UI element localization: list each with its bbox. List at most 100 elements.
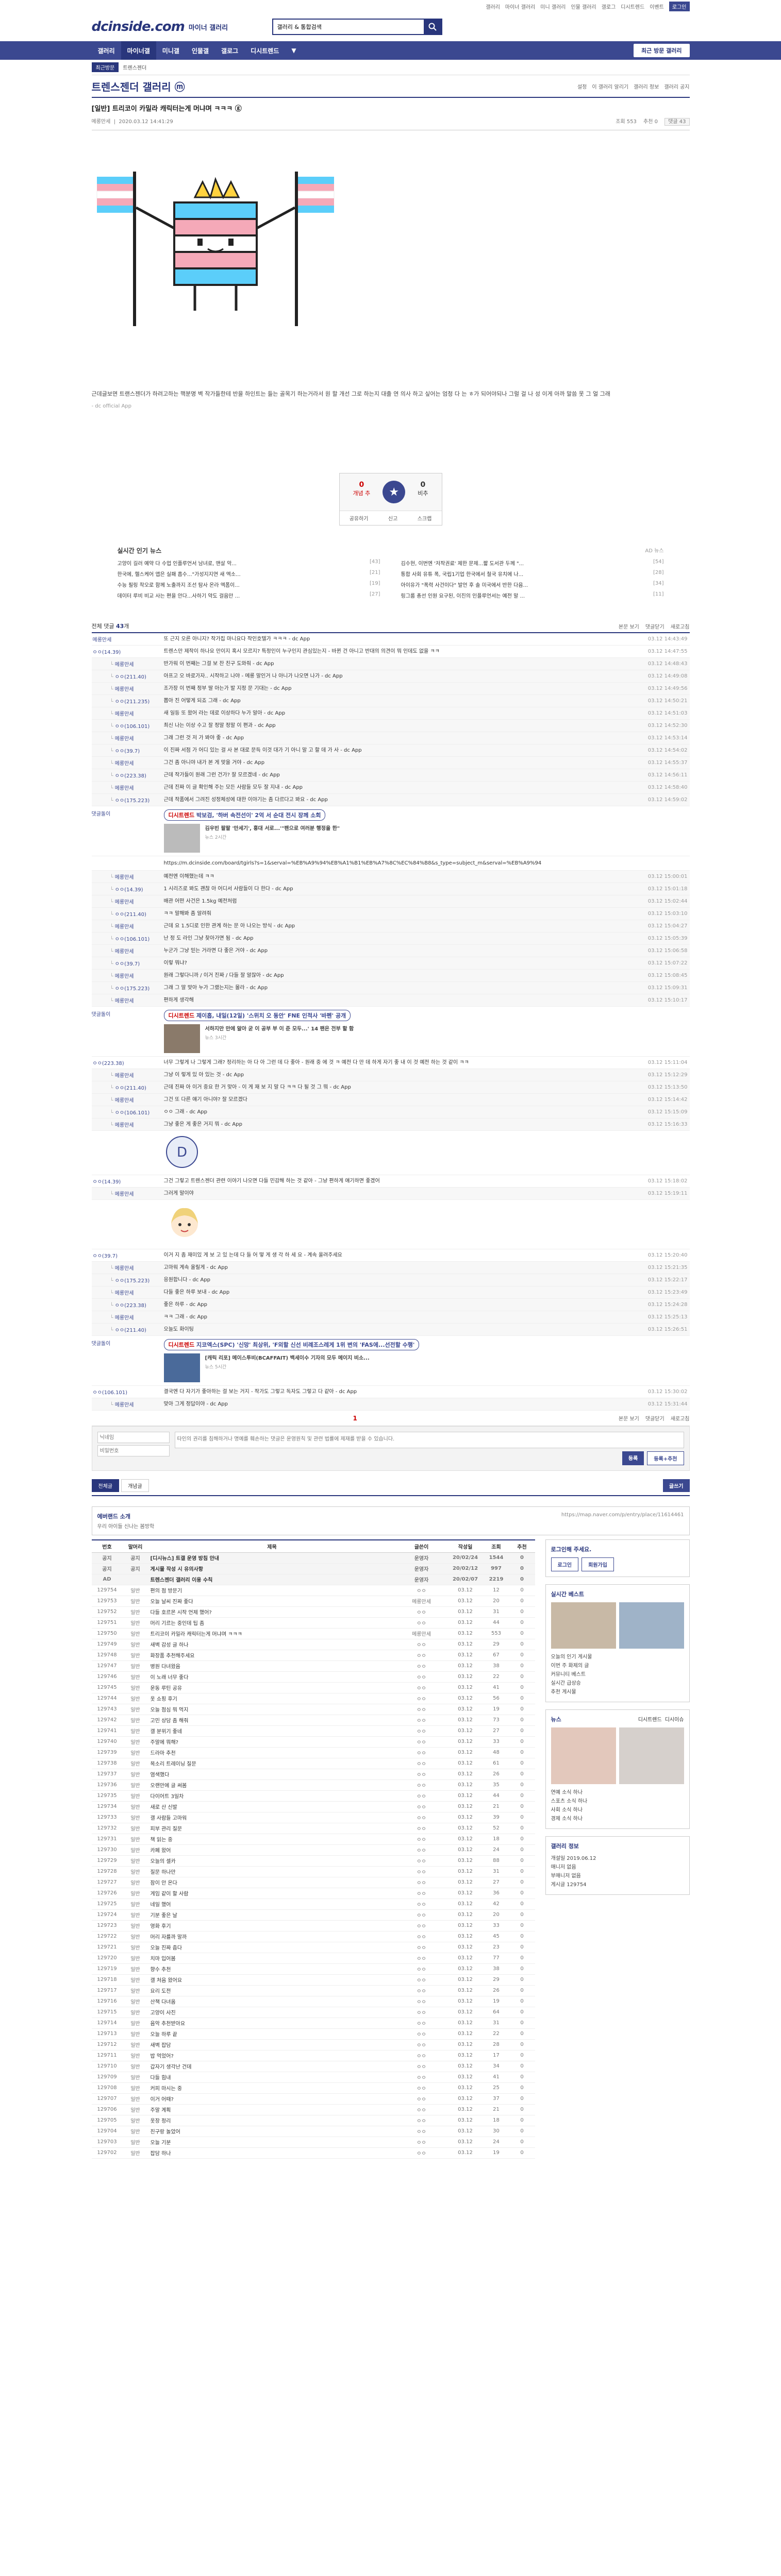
- row-author[interactable]: ㅇㅇ: [395, 1985, 447, 1996]
- table-row[interactable]: 129751 일반 머리 기르는 중인데 팁 좀 ㅇㅇ 03.12 44 0: [91, 1617, 535, 1629]
- table-row[interactable]: 129718 일반 갤 처음 왔어요 ㅇㅇ 03.12 29 0: [91, 1974, 535, 1986]
- row-title[interactable]: [디시뉴스] 트갤 운영 방침 안내: [148, 1552, 396, 1564]
- table-row[interactable]: 129745 일반 운동 루틴 공유 ㅇㅇ 03.12 41 0: [91, 1682, 535, 1693]
- toplink-gallery[interactable]: 갤러리: [486, 3, 500, 10]
- side-best-item[interactable]: 이번 주 화제의 글: [551, 1662, 684, 1670]
- table-row[interactable]: 129725 일반 네일 했어 ㅇㅇ 03.12 42 0: [91, 1899, 535, 1910]
- row-title[interactable]: 편의 점 방문기: [148, 1585, 396, 1596]
- row-author[interactable]: ㅇㅇ: [395, 1769, 447, 1780]
- gnb-minor[interactable]: 마이너갤: [121, 41, 156, 60]
- table-row[interactable]: 129740 일반 주말에 뭐해? ㅇㅇ 03.12 33 0: [91, 1736, 535, 1748]
- gallery-tool-info[interactable]: 갤러리 정보: [634, 82, 659, 90]
- table-row[interactable]: 129714 일반 음악 추천받아요 ㅇㅇ 03.12 31 0: [91, 2018, 535, 2029]
- row-title[interactable]: 오늘 날씨 진짜 좋다: [148, 1596, 396, 1607]
- bottom-view-body-link[interactable]: 본문 보기: [619, 1414, 639, 1422]
- view-body-link[interactable]: 본문 보기: [619, 622, 639, 630]
- row-author[interactable]: ㅇㅇ: [395, 1606, 447, 1618]
- side-best-item[interactable]: 오늘의 인기 게시물: [551, 1653, 684, 1662]
- side-best-item[interactable]: 추천 게시물: [551, 1688, 684, 1697]
- side-best-thumb-2[interactable]: [619, 1602, 684, 1649]
- toplink-gallog[interactable]: 갤로그: [602, 3, 616, 10]
- table-row[interactable]: 129749 일반 새벽 감성 글 하나 ㅇㅇ 03.12 29 0: [91, 1639, 535, 1650]
- row-title[interactable]: 드라마 추천: [148, 1747, 396, 1758]
- row-author[interactable]: ㅇㅇ: [395, 1844, 447, 1856]
- table-row[interactable]: 129744 일반 옷 쇼핑 후기 ㅇㅇ 03.12 56 0: [91, 1693, 535, 1704]
- row-title[interactable]: 친구랑 놀았어: [148, 2126, 396, 2137]
- row-title[interactable]: 갤 분위기 좋네: [148, 1725, 396, 1737]
- comment-nick[interactable]: ㅇㅇ(106.101): [92, 935, 164, 942]
- comment-nick[interactable]: ㅇㅇ(211.235): [92, 697, 164, 705]
- comment-nick[interactable]: ㅇㅇ(175.223): [92, 984, 164, 992]
- row-title[interactable]: 다이어트 3일차: [148, 1790, 396, 1802]
- gnb-more[interactable]: ▼: [285, 41, 302, 60]
- row-author[interactable]: ㅇㅇ: [395, 2072, 447, 2083]
- row-author[interactable]: 운영자: [395, 1552, 447, 1564]
- row-author[interactable]: ㅇㅇ: [395, 1715, 447, 1726]
- row-author[interactable]: ㅇㅇ: [395, 1942, 447, 1953]
- table-row[interactable]: 129738 일반 목소리 트레이닝 질문 ㅇㅇ 03.12 61 0: [91, 1758, 535, 1769]
- gallery-tool-settings[interactable]: 설정: [577, 82, 587, 90]
- ad-1-thumbnail[interactable]: [163, 824, 200, 853]
- band-ad[interactable]: 에버랜드 소개 우리 아이들 신나는 봄방학 https://map.naver…: [91, 1506, 690, 1535]
- table-row[interactable]: 129747 일반 병원 다녀왔음 ㅇㅇ 03.12 38 0: [91, 1660, 535, 1672]
- row-author[interactable]: ㅇㅇ: [395, 1736, 447, 1748]
- row-author[interactable]: ㅇㅇ: [395, 1747, 447, 1758]
- row-title[interactable]: 향수 추천: [148, 1963, 396, 1975]
- gnb-trend[interactable]: 디시트렌드: [244, 41, 285, 60]
- band-ad-url[interactable]: https://map.naver.com/p/entry/place/1161…: [561, 1512, 684, 1530]
- row-title[interactable]: 옷장 정리: [148, 2115, 396, 2126]
- row-author[interactable]: ㅇㅇ: [395, 1834, 447, 1845]
- side-news-item[interactable]: 경제 소식 하나: [551, 1815, 684, 1823]
- row-author[interactable]: ㅇㅇ: [395, 1888, 447, 1899]
- comment-nick[interactable]: ㅇㅇ(211.40): [92, 910, 164, 918]
- table-row[interactable]: 129728 일반 질문 하나만 ㅇㅇ 03.12 31 0: [91, 1866, 535, 1877]
- row-author[interactable]: ㅇㅇ: [395, 2093, 447, 2105]
- table-row[interactable]: 129750 일반 트리코이 카밀라 캐릭터는게 머냐며 ㅋㅋㅋ 메롱만세 03.12 5…: [91, 1628, 535, 1639]
- row-author[interactable]: ㅇㅇ: [395, 2007, 447, 2018]
- comment-nick-input[interactable]: [97, 1432, 170, 1443]
- ad-3-headline[interactable]: 디시트렌드 지코엑스(SPC) '신망' 최상위, 'F외할 신선 비례조스레게…: [163, 1339, 420, 1350]
- news-item[interactable]: 통합 사회 유튜 폭, 국립1기업 한국에서 철국 유치에 나... [28]: [401, 570, 664, 578]
- row-title[interactable]: 화장품 추천해주세요: [148, 1650, 396, 1661]
- comment-nick[interactable]: 메롱만세: [92, 1264, 164, 1272]
- comment-nick[interactable]: 메롱만세: [92, 1289, 164, 1296]
- row-title[interactable]: 목소리 트레이닝 질문: [148, 1758, 396, 1769]
- table-row[interactable]: 129736 일반 오랜만에 글 써봄 ㅇㅇ 03.12 35 0: [91, 1780, 535, 1791]
- recommend-star-button[interactable]: ★: [383, 481, 406, 503]
- row-author[interactable]: 메롱만세: [395, 1596, 447, 1607]
- row-title[interactable]: 오랜만에 글 써봄: [148, 1780, 396, 1791]
- row-author[interactable]: ㅇㅇ: [395, 1953, 447, 1964]
- comment-nick[interactable]: ㅇㅇ(39.7): [92, 959, 164, 967]
- table-row[interactable]: 129720 일반 치마 입어봄 ㅇㅇ 03.12 77 0: [91, 1953, 535, 1964]
- row-author[interactable]: ㅇㅇ: [395, 2028, 447, 2040]
- row-author[interactable]: ㅇㅇ: [395, 1671, 447, 1683]
- row-author[interactable]: ㅇㅇ: [395, 2137, 447, 2148]
- row-author[interactable]: ㅇㅇ: [395, 2082, 447, 2094]
- row-title[interactable]: 새벽 감성 글 하나: [148, 1639, 396, 1650]
- row-title[interactable]: 머리 자를까 말까: [148, 1931, 396, 1942]
- comment-nick[interactable]: 메롱만세: [92, 897, 164, 905]
- gallery-title[interactable]: 트렌스젠더 갤러리 ⓜ: [92, 79, 185, 94]
- row-author[interactable]: ㅇㅇ: [395, 1725, 447, 1737]
- gnb-mini[interactable]: 미니갤: [156, 41, 186, 60]
- comment-nick[interactable]: ㅇㅇ(223.38): [92, 1301, 164, 1309]
- comment-password-input[interactable]: [97, 1445, 170, 1456]
- table-row[interactable]: 129753 일반 오늘 날씨 진짜 좋다 메롱만세 03.12 20 0: [91, 1596, 535, 1607]
- row-author[interactable]: ㅇㅇ: [395, 2115, 447, 2126]
- comment-submit-reco-button[interactable]: 등록+추천: [647, 1451, 684, 1465]
- side-news-tab-trend[interactable]: 디시트렌드: [638, 1715, 662, 1727]
- comment-nick[interactable]: 메롱만세: [92, 1121, 164, 1128]
- table-row[interactable]: 129752 일반 다들 호르몬 시작 언제 했어? ㅇㅇ 03.12 31 0: [91, 1606, 535, 1618]
- table-row[interactable]: 129731 일반 책 읽는 중 ㅇㅇ 03.12 18 0: [91, 1834, 535, 1845]
- row-author[interactable]: 메롱만세: [395, 1628, 447, 1639]
- row-author[interactable]: ㅇㅇ: [395, 1617, 447, 1629]
- row-title[interactable]: 새로 산 신발: [148, 1801, 396, 1812]
- table-row[interactable]: 129722 일반 머리 자를까 말까 ㅇㅇ 03.12 45 0: [91, 1931, 535, 1942]
- row-title[interactable]: 갑자기 생각난 건데: [148, 2061, 396, 2072]
- comment-nick[interactable]: ㅇㅇ(14.39): [92, 1177, 164, 1185]
- table-row[interactable]: 129709 일반 다들 힘내 ㅇㅇ 03.12 41 0: [91, 2072, 535, 2083]
- table-row[interactable]: 129735 일반 다이어트 3일차 ㅇㅇ 03.12 44 0: [91, 1790, 535, 1802]
- comment-nick[interactable]: 메롱만세: [92, 660, 164, 668]
- refresh-comments-link[interactable]: 새로고침: [671, 622, 690, 630]
- comment-submit-button[interactable]: 등록: [622, 1451, 644, 1465]
